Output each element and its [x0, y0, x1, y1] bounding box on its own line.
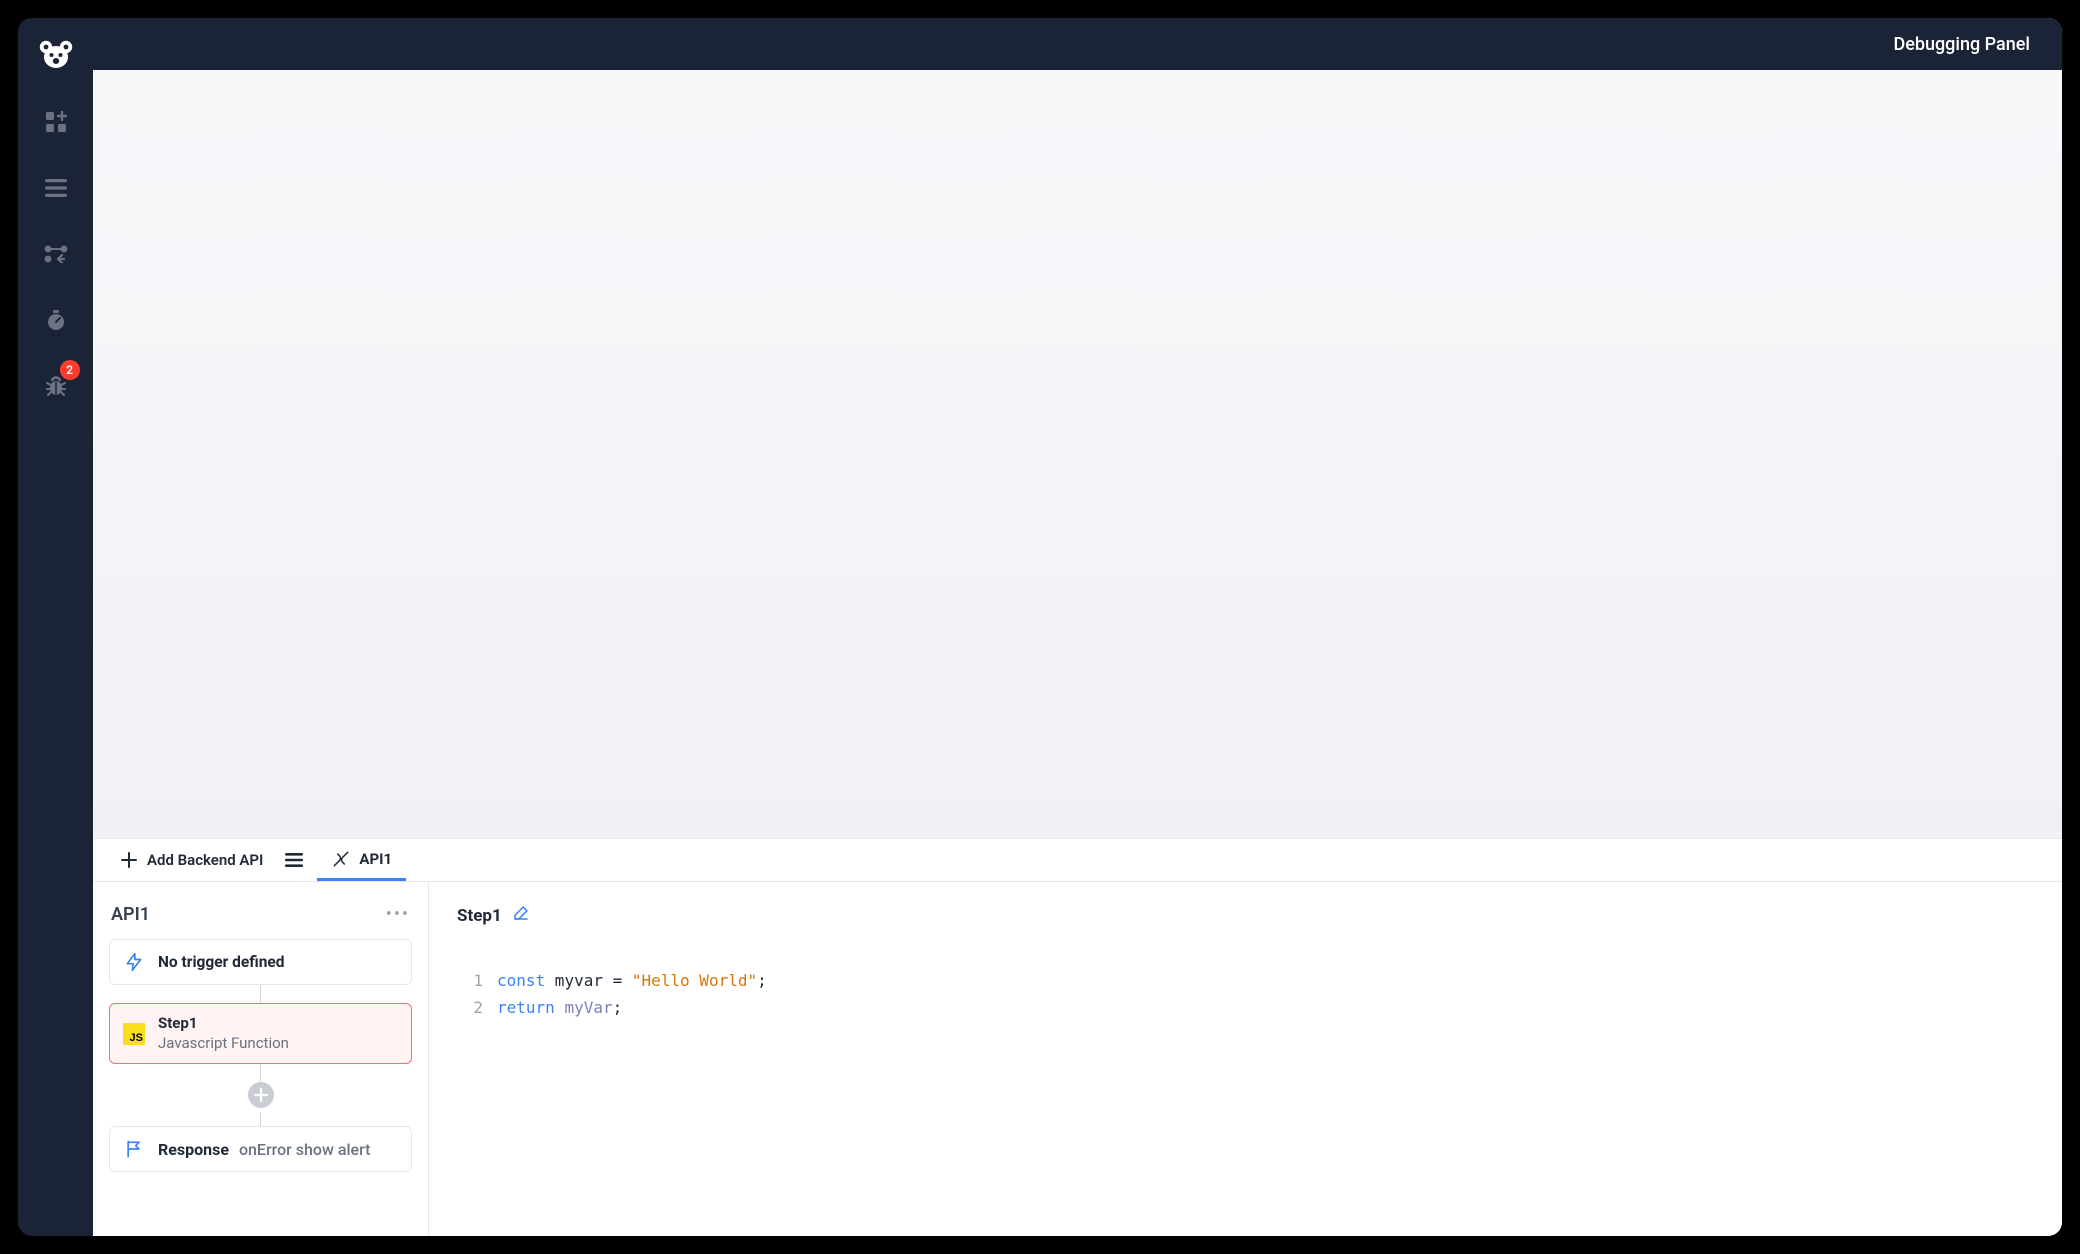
page-title: Debugging Panel — [1893, 34, 2030, 55]
api-title: API1 — [111, 904, 150, 925]
plug-icon — [331, 849, 351, 869]
main-area: Debugging Panel Add Backend API — [93, 18, 2062, 1236]
line-number: 2 — [457, 994, 497, 1021]
code-editor[interactable]: 1const myvar = "Hello World";2return myV… — [457, 967, 2034, 1021]
trigger-node[interactable]: No trigger defined — [109, 939, 412, 985]
code-line: 1const myvar = "Hello World"; — [457, 967, 2034, 994]
tab-api1-label: API1 — [359, 850, 392, 868]
response-detail: onError show alert — [239, 1140, 371, 1159]
workflow-icon — [44, 245, 68, 263]
rail-item-timer[interactable] — [36, 300, 76, 340]
debug-badge: 2 — [60, 360, 80, 380]
editor-step-title: Step1 — [457, 906, 502, 926]
tab-list-button[interactable] — [277, 839, 311, 881]
plus-small-icon — [254, 1088, 268, 1102]
list-icon — [285, 853, 303, 867]
rail-item-workflow[interactable] — [36, 234, 76, 274]
rail-item-widgets[interactable] — [36, 102, 76, 142]
javascript-icon: JS — [123, 1023, 145, 1045]
trigger-node-label: No trigger defined — [158, 953, 285, 971]
stopwatch-icon — [45, 309, 67, 331]
step-node[interactable]: JS Step1 Javascript Function — [109, 1003, 412, 1064]
code-content: return myVar; — [497, 994, 622, 1021]
left-rail: 2 — [18, 18, 93, 1236]
app-logo — [39, 38, 73, 72]
pencil-icon — [512, 904, 530, 922]
editor-panel: Step1 1const myvar = "Hello World";2retu… — [429, 882, 2062, 1236]
step-node-subtitle: Javascript Function — [158, 1034, 289, 1054]
plus-icon — [121, 852, 137, 868]
rename-step-button[interactable] — [512, 904, 530, 927]
menu-icon — [45, 179, 67, 197]
api-more-button[interactable]: ••• — [386, 904, 410, 925]
code-content: const myvar = "Hello World"; — [497, 967, 767, 994]
koala-icon — [39, 40, 73, 70]
response-node[interactable]: Response onError show alert — [109, 1126, 412, 1172]
response-label: Response — [158, 1140, 229, 1159]
blocks-plus-icon — [45, 111, 67, 133]
flag-icon — [124, 1139, 144, 1159]
bolt-icon — [124, 952, 144, 972]
rail-item-debug[interactable]: 2 — [36, 366, 76, 406]
top-bar: Debugging Panel — [93, 18, 2062, 70]
step-node-title: Step1 — [158, 1014, 289, 1034]
api-tabstrip: Add Backend API API1 — [93, 838, 2062, 882]
add-step-button[interactable] — [248, 1082, 274, 1108]
workspace: API1 ••• No trigger defined JS — [93, 882, 2062, 1236]
code-line: 2return myVar; — [457, 994, 2034, 1021]
add-backend-api-button[interactable]: Add Backend API — [107, 839, 277, 881]
flow-panel: API1 ••• No trigger defined JS — [93, 882, 429, 1236]
canvas-area — [93, 70, 2062, 838]
line-number: 1 — [457, 967, 497, 994]
rail-item-list[interactable] — [36, 168, 76, 208]
add-backend-api-label: Add Backend API — [147, 851, 263, 869]
tab-api1[interactable]: API1 — [317, 839, 406, 881]
